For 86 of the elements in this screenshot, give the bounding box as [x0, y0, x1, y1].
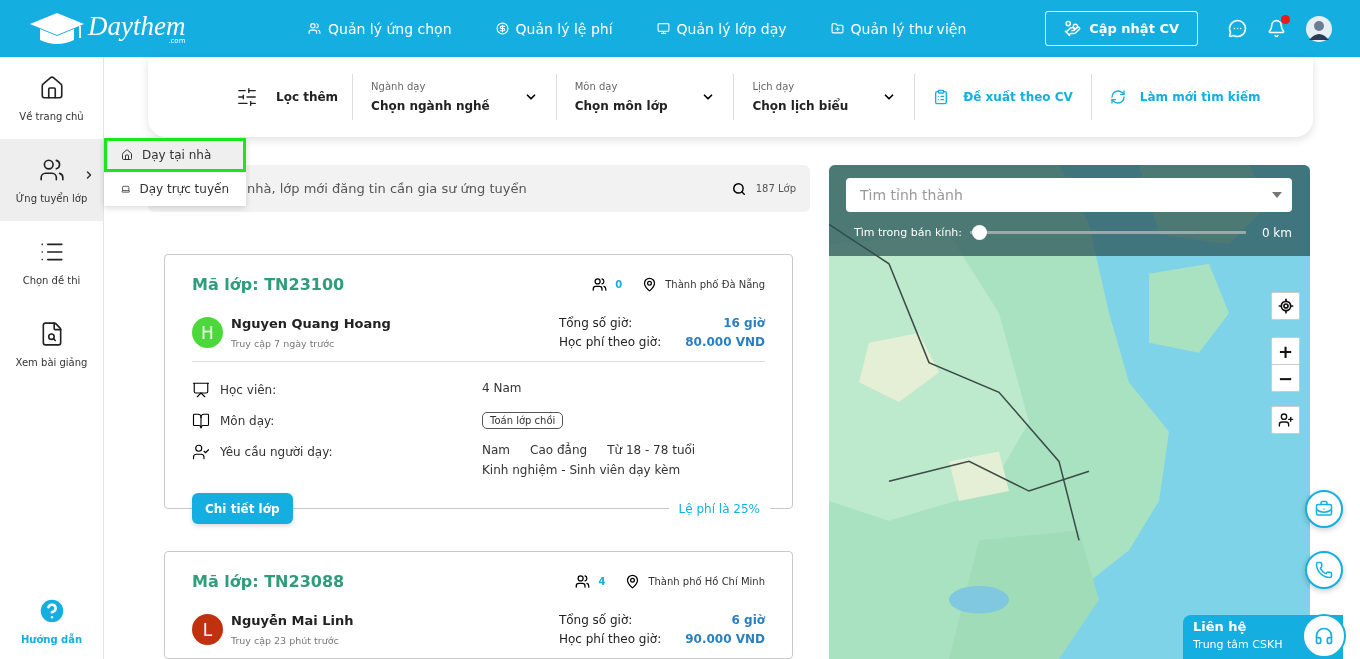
subject-tag: Toán lớp chồi — [482, 412, 564, 429]
chat-icon[interactable] — [1228, 19, 1247, 38]
refresh-icon — [1109, 89, 1126, 105]
stat-value: 16 giờ — [722, 316, 765, 331]
zoom-in-button[interactable]: + — [1271, 337, 1300, 365]
location: Thành phố Hồ Chí Minh — [648, 576, 765, 587]
detail-label: Môn dạy: — [220, 414, 275, 428]
laptop-icon — [121, 183, 131, 195]
more-filters-button[interactable]: Lọc thêm — [236, 74, 354, 120]
last-seen: Truy cập 7 ngày trước — [231, 338, 336, 349]
detail-label: Yêu cầu người dạy: — [220, 445, 333, 459]
dropdown-label: Lịch dạy — [752, 81, 796, 92]
locate-icon — [1277, 298, 1294, 314]
dropdown-value[interactable]: Chọn môn lớp — [574, 99, 668, 113]
contact-title: Liên hệ — [1193, 619, 1248, 634]
add-person-button[interactable] — [1271, 406, 1300, 434]
caret-icon — [1272, 192, 1282, 198]
avatar-initial: H — [192, 317, 223, 348]
zoom-out-button[interactable]: − — [1271, 364, 1300, 392]
briefcase-button[interactable] — [1305, 490, 1343, 528]
locate-button[interactable] — [1271, 292, 1300, 320]
users-icon — [575, 574, 591, 589]
detail-label: Học viên: — [220, 383, 277, 397]
requirement-value: Kinh nghiệm - Sinh viên dạy kèm — [482, 463, 682, 477]
house-icon — [121, 149, 133, 161]
house-icon — [38, 74, 65, 101]
search-icon[interactable] — [731, 181, 746, 196]
avatar[interactable] — [1306, 15, 1332, 42]
logo-text: Daythem — [88, 12, 186, 40]
radius-label: Tìm trong bán kính: — [854, 226, 963, 239]
radius-slider-thumb[interactable] — [972, 225, 988, 240]
group-icon — [38, 156, 65, 183]
sidebar-item[interactable]: Xem bài giảng — [0, 303, 103, 385]
sidebar-item[interactable]: Về trang chủ — [0, 57, 103, 139]
dropdown-value[interactable]: Chọn ngành nghề — [371, 99, 490, 113]
stat-value: 90.000 VND — [685, 631, 765, 646]
map-pin-icon — [642, 277, 658, 292]
stat-label: Tổng số giờ: — [558, 316, 634, 331]
detail-value: 4 Nam — [482, 381, 523, 395]
stat-value: 80.000 VND — [685, 334, 765, 349]
person-name: Nguyễn Mai Linh — [231, 613, 354, 628]
applicant-count: 4 — [598, 576, 606, 587]
book-icon — [192, 412, 210, 430]
presentation-icon — [192, 381, 210, 399]
search-text: nhà, lớp mới đăng tin cần gia sư ứng tuyển — [247, 181, 527, 196]
folder-icon — [830, 22, 844, 35]
users-icon — [308, 22, 321, 35]
fee-note: Lệ phí là 25% — [668, 501, 770, 516]
monitor-icon — [656, 22, 670, 35]
sliders-icon — [236, 86, 258, 108]
map-pin-icon — [625, 574, 641, 589]
dollar-icon — [495, 22, 509, 35]
phone-button[interactable] — [1305, 551, 1343, 589]
requirement-value: Nam — [482, 443, 511, 457]
class-count: 187 Lớp — [755, 183, 796, 194]
dropdown-value[interactable]: Chọn lịch biểu — [752, 99, 849, 113]
class-code: Mã lớp: TN23100 — [192, 275, 345, 294]
headset-icon — [1314, 626, 1334, 646]
requirement-value: Từ 18 - 78 tuổi — [607, 443, 696, 457]
dropdown-label: Ngành dạy — [371, 81, 427, 92]
person-name: Nguyen Quang Hoang — [231, 316, 391, 331]
phone-icon — [1315, 561, 1333, 579]
location: Thành phố Đà Nẵng — [665, 279, 765, 290]
submenu-item[interactable]: Dạy tại nhà — [104, 138, 246, 172]
applicant-count: 0 — [615, 279, 623, 290]
stat-label: Học phí theo giờ: — [558, 631, 662, 646]
requirement-value: Cao đẳng — [530, 443, 588, 457]
stat-value: 6 giờ — [730, 613, 765, 628]
bell-icon[interactable] — [1267, 19, 1286, 38]
avatar-initial: L — [192, 614, 223, 645]
contact-subtitle: Trung tâm CSKH — [1193, 638, 1284, 651]
clipboard-icon — [933, 89, 950, 105]
sidebar-item[interactable]: Ứng tuyển lớp — [0, 139, 103, 221]
stat-label: Tổng số giờ: — [558, 613, 634, 628]
last-seen: Truy cập 23 phút trước — [231, 635, 340, 646]
radius-reading: 0 km — [1261, 225, 1292, 240]
user-check-icon — [192, 443, 210, 461]
users-icon — [592, 277, 608, 292]
user-plus-icon — [1277, 412, 1294, 428]
class-code: Mã lớp: TN23088 — [192, 572, 345, 591]
dropdown-label: Môn dạy — [574, 81, 619, 92]
briefcase-icon — [1315, 500, 1333, 518]
sidebar-item[interactable]: Chọn đề thi — [0, 221, 103, 303]
hand-coins-icon — [1064, 20, 1082, 37]
stat-label: Học phí theo giờ: — [558, 334, 662, 349]
submenu-item[interactable]: Dạy trực tuyến — [104, 172, 246, 206]
